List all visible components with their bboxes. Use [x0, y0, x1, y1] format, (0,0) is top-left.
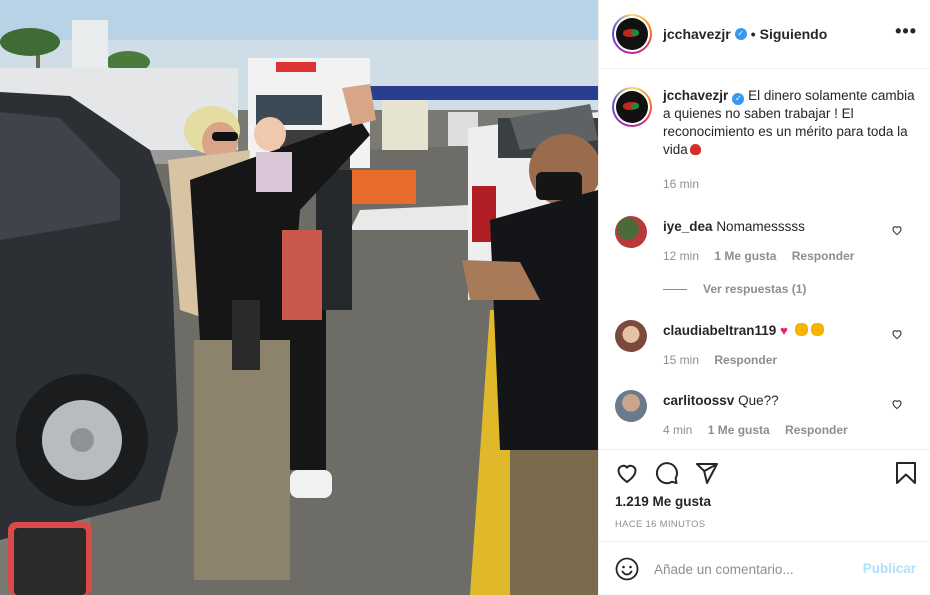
instagram-post: jcchavezjr ✓ • Siguiendo ••• jcchavezjr ✓… — [0, 0, 930, 595]
comments-list[interactable]: jcchavezjr ✓ El dinero solamente cambia a… — [599, 70, 930, 448]
likes-count[interactable]: 1.219 Me gusta — [615, 494, 711, 509]
replies-line — [663, 288, 687, 290]
comment-input[interactable] — [654, 557, 854, 581]
add-comment-bar: Publicar — [599, 541, 930, 595]
post-photo-image — [0, 0, 598, 595]
separator-dot: • — [750, 26, 756, 42]
reply-button[interactable]: Responder — [785, 423, 848, 437]
author-username[interactable]: jcchavezjr — [663, 26, 731, 42]
comment-time[interactable]: 12 min — [663, 249, 699, 263]
comment-text: Nomamesssss — [716, 219, 805, 234]
post-timestamp[interactable]: HACE 16 MINUTOS — [615, 519, 705, 530]
caption-username[interactable]: jcchavezjr — [663, 88, 728, 103]
reply-button[interactable]: Responder — [792, 249, 855, 263]
comment-like-heart-icon[interactable] — [891, 328, 903, 340]
more-options-icon[interactable]: ••• — [895, 22, 917, 40]
share-icon[interactable] — [695, 461, 719, 485]
heart-icon[interactable] — [615, 461, 639, 485]
author-avatar[interactable] — [612, 14, 652, 54]
boxing-glove-icon — [689, 144, 701, 155]
post-caption: jcchavezjr ✓ El dinero solamente cambia a… — [612, 87, 922, 193]
bookmark-icon[interactable] — [895, 461, 917, 485]
clapping-hands-emoji-icon — [795, 323, 809, 336]
commenter-avatar[interactable] — [615, 390, 647, 422]
post-panel: jcchavezjr ✓ • Siguiendo ••• jcchavezjr ✓… — [598, 0, 930, 595]
verified-badge-icon: ✓ — [734, 28, 747, 40]
caption-avatar[interactable] — [612, 87, 652, 127]
comment-username[interactable]: iye_dea — [663, 219, 713, 234]
comment-time[interactable]: 4 min — [663, 423, 692, 437]
post-header: jcchavezjr ✓ • Siguiendo ••• — [599, 0, 930, 69]
post-actions: 1.219 Me gusta HACE 16 MINUTOS — [599, 449, 930, 541]
post-photo[interactable] — [0, 0, 598, 595]
comment-time[interactable]: 15 min — [663, 353, 699, 367]
comment-icon[interactable] — [655, 461, 679, 485]
follow-status-button[interactable]: Siguiendo — [760, 26, 828, 42]
comment-likes[interactable]: 1 Me gusta — [714, 249, 776, 263]
comment-meta: 4 min 1 Me gusta Responder — [663, 423, 860, 437]
clapping-hands-emoji-icon — [811, 323, 825, 336]
commenter-avatar[interactable] — [615, 216, 647, 248]
commenter-avatar[interactable] — [615, 320, 647, 352]
comment-meta: 15 min Responder — [663, 353, 789, 367]
comment-username[interactable]: carlitoossv — [663, 393, 734, 408]
comment-meta: 12 min 1 Me gusta Responder — [663, 249, 866, 263]
comment-like-heart-icon[interactable] — [891, 398, 903, 410]
red-heart-emoji-icon: ♥ — [780, 323, 788, 338]
caption-time[interactable]: 16 min — [663, 175, 918, 193]
verified-badge-icon: ✓ — [732, 93, 745, 105]
publish-button[interactable]: Publicar — [863, 561, 916, 576]
view-replies-button[interactable]: Ver respuestas (1) — [663, 282, 806, 296]
comment-like-heart-icon[interactable] — [891, 224, 903, 236]
comment-text: Que?? — [738, 393, 779, 408]
smiley-icon[interactable] — [615, 557, 639, 581]
reply-button[interactable]: Responder — [714, 353, 777, 367]
view-replies-label: Ver respuestas (1) — [703, 282, 807, 296]
comment-likes[interactable]: 1 Me gusta — [708, 423, 770, 437]
comment-username[interactable]: claudiabeltran119 — [663, 323, 776, 338]
